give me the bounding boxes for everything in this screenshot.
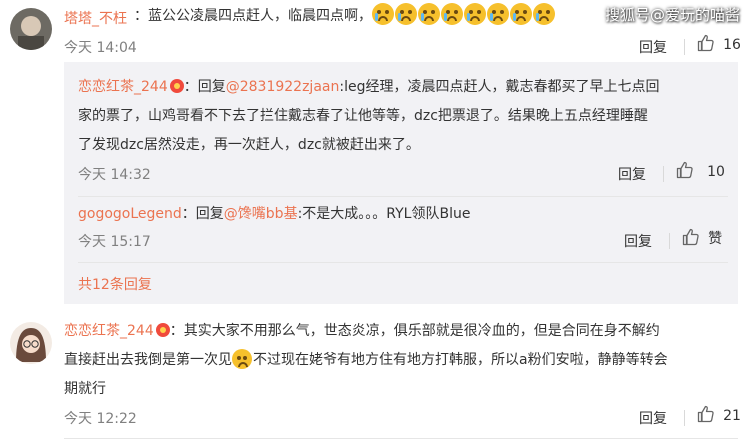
reply-prefix: ：回复 — [181, 206, 224, 222]
divider — [684, 39, 685, 55]
reply-body: :不是大成。。。RYL领队Blue — [297, 206, 471, 222]
reply-body-line1: :leg经理，凌晨四点赶人，戴志春都买了早上七点回 — [339, 79, 660, 95]
reply-button[interactable]: 回复 — [624, 231, 652, 251]
reply-body-line2: 家的票了，山鸡哥看不下去了拦住戴志春了让他等等，dzc把票退了。结果晚上五点经理… — [78, 108, 648, 124]
crying-emoji — [533, 3, 555, 25]
comment-time: 今天 12:22 — [64, 411, 137, 427]
reply-text: gogogoLegend：回复@馋嘴bb基:不是大成。。。RYL领队Blue — [78, 201, 470, 227]
comment-body: ：蓝公公凌晨四点赶人，临晨四点啊， — [134, 8, 372, 24]
reply-button[interactable]: 回复 — [639, 408, 667, 428]
comment-body-line1: ：其实大家不用那么气，世态炎凉，俱乐部就是很冷血的，但是合同在身不解约 — [169, 323, 660, 339]
thumbs-up-icon — [682, 228, 699, 246]
separator — [78, 262, 728, 263]
like-count: 10 — [707, 164, 725, 180]
comment-body-line2: 直接赶出去我倒是第一次见 不过现在姥爷有地方住有地方打韩服，所以a粉们安啦，静静等… — [64, 347, 668, 373]
crying-emoji — [395, 3, 417, 25]
comment-username[interactable]: 塔塔_不枉 — [64, 8, 127, 28]
reply-button[interactable]: 回复 — [639, 37, 667, 57]
like-button[interactable]: 16 — [697, 34, 741, 53]
crying-emoji — [418, 3, 440, 25]
like-label: 赞 — [708, 231, 723, 247]
reply-body-line3: 了发现dzc居然没走，再一次赶人，dzc就被赶出来了。 — [78, 137, 420, 153]
crying-emoji — [372, 3, 394, 25]
shy-emoji — [232, 349, 252, 369]
reply-text: 恋恋红茶_244 ：回复@2831922zjaan:leg经理，凌晨四点赶人，戴志… — [78, 74, 659, 100]
thumbs-up-icon — [697, 34, 714, 52]
reply-time: 今天 14:32 — [78, 167, 151, 183]
crying-emoji — [510, 3, 532, 25]
comment-text: ：蓝公公凌晨四点赶人，临晨四点啊， — [134, 3, 556, 29]
reply-time: 今天 15:17 — [78, 234, 151, 250]
reply-mention[interactable]: @2831922zjaan — [226, 79, 340, 95]
comment-body-part: 直接赶出去我倒是第一次见 — [64, 352, 232, 368]
like-button[interactable]: 21 — [697, 405, 741, 424]
vip-badge-icon — [155, 323, 170, 337]
more-replies-link[interactable]: 共12条回复 — [78, 274, 152, 294]
thumbs-up-icon — [676, 161, 693, 179]
crying-emoji — [487, 3, 509, 25]
reply-username[interactable]: 恋恋红茶_244 — [78, 79, 168, 95]
comment-time: 今天 14:04 — [64, 40, 137, 56]
reply-button[interactable]: 回复 — [618, 164, 646, 184]
vip-badge-icon — [169, 79, 184, 93]
crying-emoji — [441, 3, 463, 25]
comment-username[interactable]: 恋恋红茶_244 — [64, 323, 154, 339]
like-count: 21 — [723, 408, 741, 424]
comment-body-part: 不过现在姥爷有地方住有地方打韩服，所以a粉们安啦，静静等转会 — [253, 352, 668, 368]
divider — [663, 166, 664, 182]
avatar[interactable] — [10, 8, 52, 50]
reply-mention[interactable]: @馋嘴bb基 — [224, 206, 298, 222]
comment-text: 恋恋红茶_244 ：其实大家不用那么气，世态炎凉，俱乐部就是很冷血的，但是合同在身… — [64, 318, 660, 344]
comment-body-line3: 期就行 — [64, 381, 106, 397]
crying-emoji-group — [372, 3, 556, 25]
divider — [669, 233, 670, 249]
avatar[interactable] — [10, 322, 52, 364]
like-button[interactable]: 赞 — [682, 228, 722, 248]
watermark: 搜狐号@爱玩的喵酱 — [604, 6, 740, 24]
separator — [78, 196, 728, 197]
crying-emoji — [464, 3, 486, 25]
separator — [64, 438, 738, 439]
divider — [684, 410, 685, 426]
reply-prefix: ：回复 — [183, 79, 226, 95]
like-count: 16 — [723, 37, 741, 53]
like-button[interactable]: 10 — [676, 161, 725, 180]
thumbs-up-icon — [697, 405, 714, 423]
reply-username[interactable]: gogogoLegend — [78, 206, 182, 222]
